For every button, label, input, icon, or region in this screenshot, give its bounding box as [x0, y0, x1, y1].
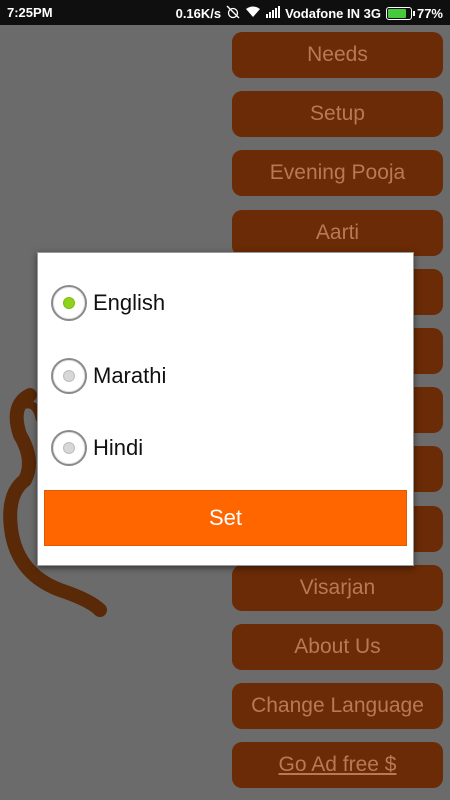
language-dialog: English Marathi Hindi Set [37, 252, 414, 566]
menu-button-label: Visarjan [299, 575, 376, 599]
menu-button-label: Setup [310, 102, 365, 126]
option-label: English [93, 290, 166, 315]
status-time: 7:25PM [7, 5, 53, 20]
battery-percent: 77% [416, 6, 443, 21]
option-hindi[interactable]: Hindi [51, 430, 143, 466]
radio-marathi[interactable] [51, 358, 87, 394]
signal-icon [266, 6, 281, 21]
menu-button-2[interactable]: Setup [232, 91, 443, 138]
status-right: 0.16K/s Vodafone IN 3G 77% [176, 5, 443, 22]
menu-button-label: Change Language [251, 694, 424, 718]
status-bar: 7:25PM 0.16K/s Vodafone IN 3G 77% [0, 0, 450, 25]
carrier-name: Vodafone IN 3G [285, 6, 381, 21]
set-button[interactable]: Set [44, 490, 407, 546]
battery-icon [385, 7, 415, 20]
menu-button-label: Go Ad free $ [278, 753, 397, 777]
menu-button-11[interactable]: About Us [232, 624, 443, 670]
menu-button-12[interactable]: Change Language [232, 683, 443, 730]
menu-button-label: Evening Pooja [269, 161, 406, 185]
wifi-icon [245, 6, 261, 21]
menu-button-10[interactable]: Visarjan [232, 564, 443, 611]
menu-button-4[interactable]: Aarti [232, 209, 443, 256]
network-speed: 0.16K/s [175, 6, 222, 21]
menu-button-label: Aarti [315, 220, 360, 244]
radio-english[interactable] [51, 285, 87, 321]
option-marathi[interactable]: Marathi [51, 358, 166, 394]
radio-hindi[interactable] [51, 430, 87, 466]
alarm-off-icon [226, 5, 240, 22]
menu-button-13[interactable]: Go Ad free $ [232, 742, 443, 789]
menu-button-3[interactable]: Evening Pooja [232, 150, 443, 197]
option-label: Hindi [93, 435, 144, 460]
menu-button-label: About Us [294, 635, 381, 658]
option-english[interactable]: English [51, 285, 165, 321]
menu-button-1[interactable]: Needs [232, 32, 443, 78]
menu-button-label: Needs [307, 43, 368, 66]
option-label: Marathi [93, 363, 167, 388]
